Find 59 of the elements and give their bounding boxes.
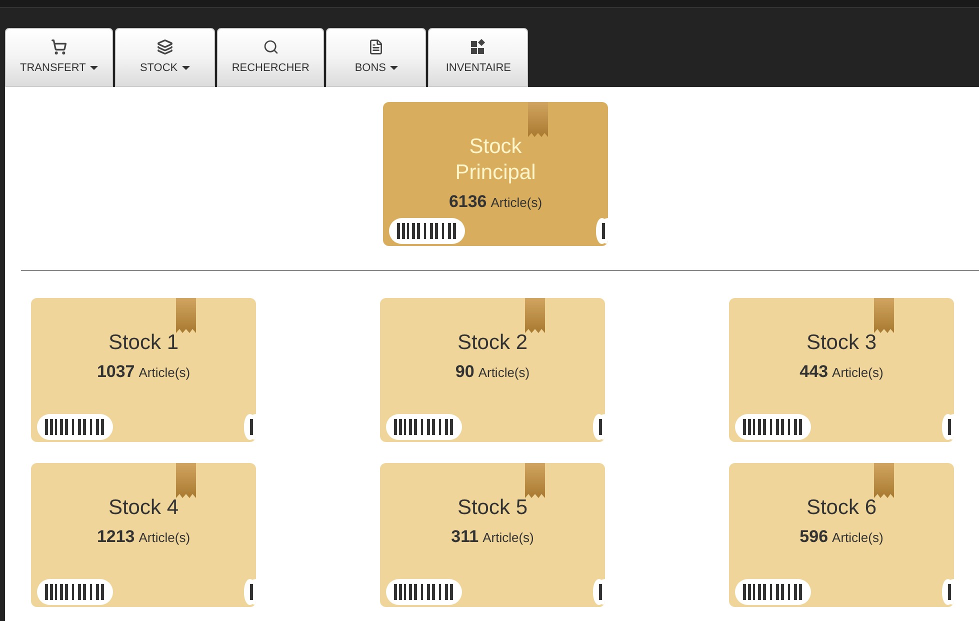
cart-icon (50, 38, 67, 55)
article-unit: Article(s) (138, 529, 190, 547)
barcode-edge-icon (596, 218, 608, 244)
stock-card[interactable]: Stock 5 311 Article(s) (380, 463, 605, 607)
ribbon-icon (874, 298, 894, 333)
nav-tab[interactable]: STOCK (114, 28, 215, 87)
barcode-icon (37, 414, 113, 440)
barcode-icon (37, 579, 113, 605)
stock-card[interactable]: Stock 4 1213 Article(s) (31, 463, 256, 607)
article-unit: Article(s) (478, 364, 530, 382)
barcode-edge-icon (942, 414, 954, 440)
article-count: 596 (800, 526, 828, 548)
search-icon (262, 38, 279, 55)
stock-card[interactable]: Stock 3 443 Article(s) (729, 298, 954, 442)
ribbon-icon (176, 298, 196, 333)
article-count: 1037 (96, 361, 135, 383)
stock-card[interactable]: Stock 2 90 Article(s) (380, 298, 605, 442)
ribbon-icon (525, 463, 545, 498)
stock-name: Stock 3 (805, 330, 878, 356)
article-unit: Article(s) (832, 529, 884, 547)
article-count: 311 (451, 526, 479, 548)
stock-name: Stock 2 (456, 330, 529, 356)
article-count: 6136 (448, 191, 487, 213)
barcode-edge-icon (942, 579, 954, 605)
nav-tab[interactable]: INVENTAIRE (428, 28, 528, 87)
barcode-icon (389, 218, 465, 244)
ribbon-icon (528, 102, 548, 137)
ribbon-icon (874, 463, 894, 498)
stock-name: Stock 1 (107, 330, 180, 356)
article-count: 1213 (96, 526, 135, 548)
article-unit: Article(s) (490, 194, 542, 212)
barcode-edge-icon (593, 579, 605, 605)
barcode-edge-icon (244, 579, 256, 605)
barcode-edge-icon (593, 414, 605, 440)
article-unit: Article(s) (832, 364, 884, 382)
ribbon-icon (525, 298, 545, 333)
barcode-icon (386, 579, 462, 605)
nav-tab[interactable]: BONS (326, 28, 426, 87)
nav-tab[interactable]: TRANSFERT (5, 28, 113, 87)
ribbon-icon (176, 463, 196, 498)
stock-card[interactable]: Stock 6 596 Article(s) (729, 463, 954, 607)
nav-tab[interactable]: RECHERCHER (216, 28, 324, 87)
article-count: 90 (455, 361, 474, 383)
blocks-icon (470, 38, 486, 55)
barcode-edge-icon (244, 414, 256, 440)
barcode-icon (386, 414, 462, 440)
document-icon (368, 38, 384, 55)
layers-icon (156, 38, 173, 55)
stock-card[interactable]: Stock Principal 6136 Article(s) (383, 102, 608, 246)
stock-name: Stock 5 (456, 495, 529, 521)
article-unit: Article(s) (138, 364, 190, 382)
stock-name: Stock 4 (107, 495, 180, 521)
barcode-icon (735, 414, 811, 440)
stock-card[interactable]: Stock 1 1037 Article(s) (31, 298, 256, 442)
stock-name: Stock Principal (454, 134, 537, 186)
barcode-icon (735, 579, 811, 605)
stock-name: Stock 6 (805, 495, 878, 521)
article-unit: Article(s) (482, 529, 534, 547)
article-count: 443 (800, 361, 828, 383)
